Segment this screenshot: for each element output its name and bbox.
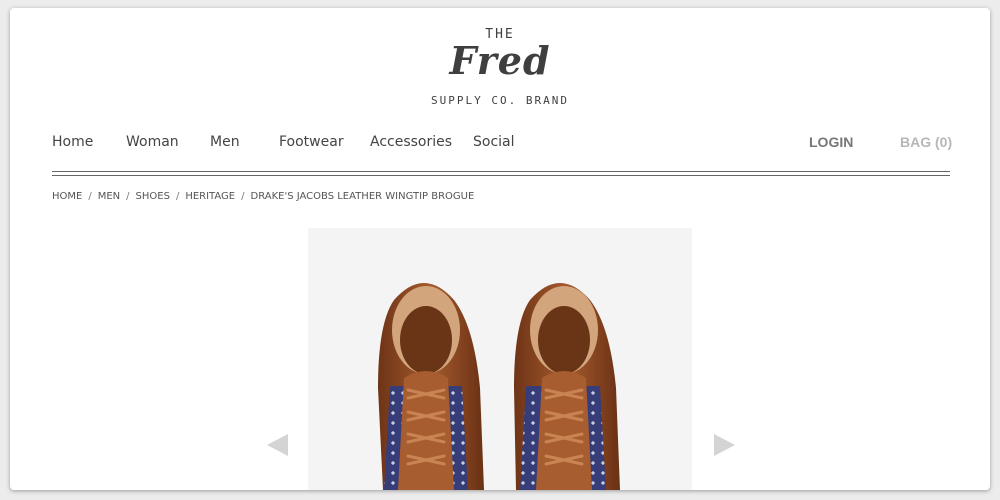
logo-tagline: SUPPLY CO. BRAND: [431, 94, 569, 107]
breadcrumb-separator: /: [126, 191, 130, 202]
browser-page: THE Fred SUPPLY CO. BRAND Home Woman Men…: [10, 8, 990, 490]
breadcrumb-separator: /: [88, 191, 92, 202]
breadcrumb-shoes[interactable]: SHOES: [136, 191, 170, 202]
leather-wingtip-brogue-shoes: [378, 283, 620, 490]
breadcrumb-home[interactable]: HOME: [52, 191, 82, 202]
left-shoe: [378, 283, 484, 490]
nav-item-social[interactable]: Social: [473, 134, 515, 150]
arrow-right-icon[interactable]: [712, 433, 736, 457]
bag-link[interactable]: BAG (0): [900, 134, 952, 150]
nav-item-footwear[interactable]: Footwear: [279, 134, 344, 150]
logo-script-text: Fred: [449, 38, 551, 83]
nav-item-home[interactable]: Home: [52, 134, 93, 150]
header-divider: [52, 171, 950, 172]
breadcrumb-men[interactable]: MEN: [98, 191, 120, 202]
nav-item-men[interactable]: Men: [210, 134, 240, 150]
login-link[interactable]: LOGIN: [809, 134, 853, 150]
breadcrumb: HOME / MEN / SHOES / HERITAGE / DRAKE'S JACOBS L…: [52, 191, 474, 202]
breadcrumb-current-product: DRAKE'S JACOBS LEATHER WINGTIP BROGUE: [250, 191, 475, 202]
nav-item-accessories[interactable]: Accessories: [370, 134, 452, 150]
arrow-left-icon[interactable]: [266, 433, 290, 457]
breadcrumb-separator: /: [241, 191, 245, 202]
breadcrumb-separator: /: [175, 191, 180, 202]
right-shoe: [514, 283, 620, 490]
nav-item-woman[interactable]: Woman: [126, 134, 179, 150]
header-divider-secondary: [52, 175, 950, 176]
breadcrumb-heritage[interactable]: HERITAGE: [185, 191, 235, 202]
product-image[interactable]: [308, 228, 692, 490]
